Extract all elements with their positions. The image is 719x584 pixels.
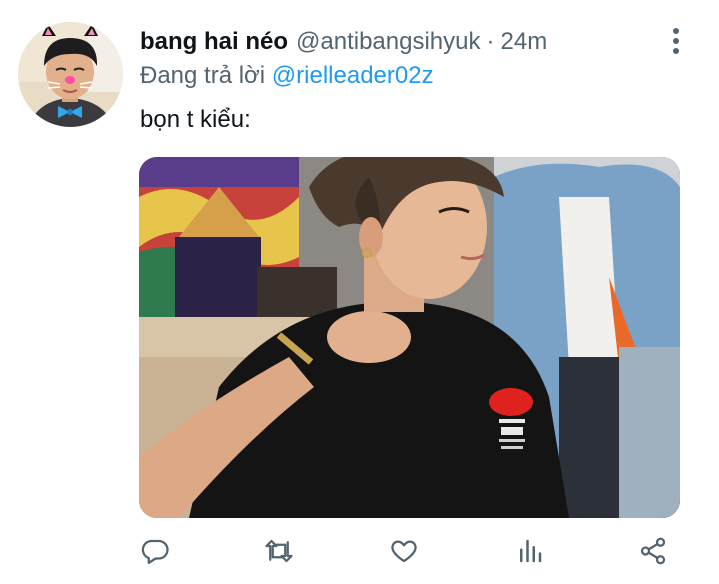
analytics-bars-icon — [520, 539, 542, 563]
reply-mention-link[interactable]: @rielleader02z — [272, 62, 434, 89]
like-button[interactable] — [387, 534, 421, 568]
heart-icon — [391, 540, 417, 563]
more-vertical-icon — [673, 28, 679, 34]
retweet-button[interactable] — [262, 534, 296, 568]
timestamp[interactable]: 24m — [501, 28, 548, 56]
tweet-text: bọn t kiểu: — [140, 106, 251, 133]
replying-to-label: Đang trả lời — [140, 62, 272, 89]
separator-dot: · — [486, 28, 495, 55]
reply-button[interactable] — [138, 534, 172, 568]
analytics-button[interactable] — [513, 534, 547, 568]
replying-to: Đang trả lời @rielleader02z — [140, 62, 434, 90]
tweet-media-image[interactable] — [139, 157, 680, 518]
display-name[interactable]: bang hai néo — [140, 28, 288, 56]
tweet-header: bang hai néo @antibangsihyuk · 24m — [140, 28, 547, 56]
reply-bubble-icon — [141, 539, 169, 564]
retweet-icon — [265, 539, 293, 563]
user-handle[interactable]: @antibangsihyuk — [296, 28, 480, 56]
share-button[interactable] — [636, 534, 670, 568]
more-options-button[interactable] — [664, 24, 688, 58]
photo — [139, 157, 680, 518]
tweet-card[interactable]: bang hai néo @antibangsihyuk · 24m Đang … — [0, 0, 719, 584]
share-nodes-icon — [640, 537, 666, 565]
avatar-image — [18, 22, 123, 127]
tweet-action-bar — [0, 528, 719, 572]
avatar[interactable] — [18, 22, 123, 127]
